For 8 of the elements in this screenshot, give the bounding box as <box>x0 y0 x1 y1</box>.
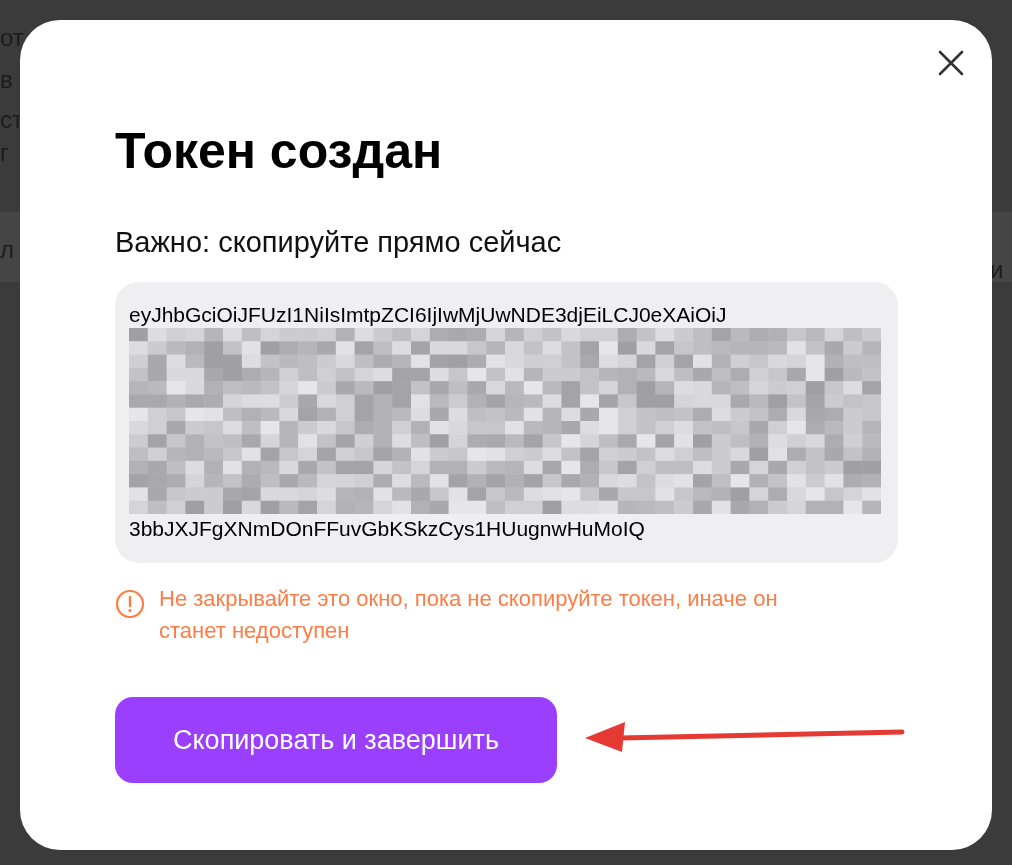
dialog-subtitle: Важно: скопируйте прямо сейчас <box>115 224 563 260</box>
token-text: eyJhbGciOiJFUzI1NiIsImtpZCI6IjIwMjUwNDE3djEiLCJ0eXAiOiJ <box>129 302 728 328</box>
close-button[interactable] <box>936 48 966 78</box>
dialog-title: Токен создан <box>115 122 444 181</box>
copy-and-finish-button[interactable]: Скопировать и завершить <box>115 697 557 783</box>
warning-text: Не закрывайте это окно, пока не скопируйте токен, иначе он станет недоступен <box>159 585 779 645</box>
warning-icon <box>115 589 145 619</box>
token-text: 3bbJXJFgXNmDOnFFuvGbKSkzCys1HUugnwHuMoIQ <box>129 516 646 542</box>
